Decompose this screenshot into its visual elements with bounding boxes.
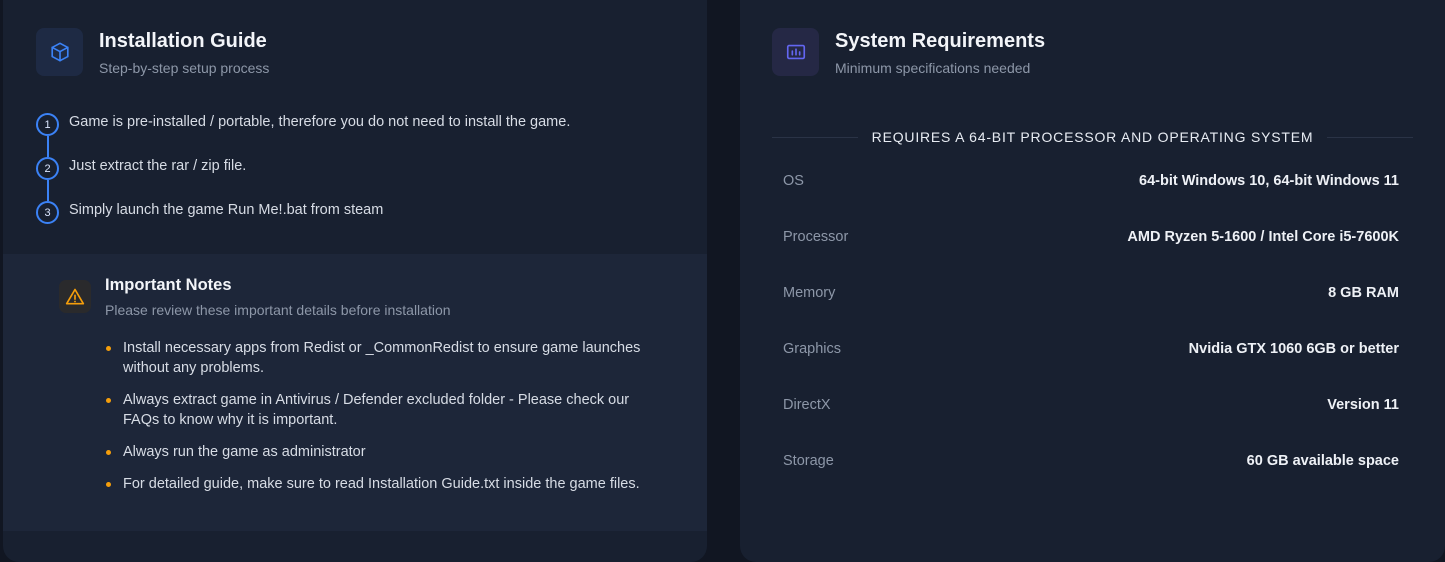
note-item: Always extract game in Antivirus / Defen… (105, 390, 665, 430)
system-requirements-card: System Requirements Minimum specificatio… (740, 0, 1445, 562)
step-text: Just extract the rar / zip file. (69, 158, 247, 174)
requirement-value: 8 GB RAM (1328, 285, 1399, 301)
requirement-label: DirectX (783, 397, 831, 413)
requirement-row: DirectX Version 11 (783, 389, 1399, 445)
bullet-dot-icon (106, 398, 111, 403)
requirement-row: Processor AMD Ryzen 5-1600 / Intel Core … (783, 221, 1399, 277)
step-number: 3 (36, 201, 59, 224)
requirement-label: Graphics (783, 341, 842, 357)
bullet-dot-icon (106, 450, 111, 455)
installation-guide-card: Installation Guide Step-by-step setup pr… (3, 0, 707, 562)
step-number: 1 (36, 113, 59, 136)
requirements-table: OS 64-bit Windows 10, 64-bit Windows 11 … (783, 165, 1399, 501)
note-item: Install necessary apps from Redist or _C… (105, 338, 665, 378)
chart-bars-icon (772, 28, 819, 76)
cube-icon (36, 28, 83, 76)
requirement-row: Graphics Nvidia GTX 1060 6GB or better (783, 333, 1399, 389)
step-text: Simply launch the game Run Me!.bat from … (69, 202, 384, 218)
important-notes-title: Important Notes (105, 276, 232, 294)
installation-guide-title: Installation Guide (99, 30, 267, 52)
requirement-value: AMD Ryzen 5-1600 / Intel Core i5-7600K (1127, 229, 1399, 245)
requirement-value: Version 11 (1327, 397, 1399, 413)
requirement-row: Storage 60 GB available space (783, 445, 1399, 501)
requirement-value: Nvidia GTX 1060 6GB or better (1188, 341, 1399, 357)
system-requirements-title: System Requirements (835, 30, 1046, 52)
requirement-value: 64-bit Windows 10, 64-bit Windows 11 (1139, 173, 1399, 189)
requirement-label: Memory (783, 285, 836, 301)
system-requirements-subtitle: Minimum specifications needed (835, 60, 1031, 76)
step-connector (46, 136, 49, 157)
requirement-label: OS (783, 173, 804, 189)
installation-step: 2 Just extract the rar / zip file. (36, 157, 676, 201)
installation-step: 3 Simply launch the game Run Me!.bat fro… (36, 201, 676, 245)
note-text: Always run the game as administrator (123, 444, 366, 460)
requirement-value: 60 GB available space (1246, 453, 1399, 469)
installation-guide-subtitle: Step-by-step setup process (99, 60, 270, 76)
step-number: 2 (36, 157, 59, 180)
note-text: Always extract game in Antivirus / Defen… (123, 392, 630, 428)
installation-steps: 1 Game is pre-installed / portable, ther… (36, 113, 676, 245)
important-notes-panel: Important Notes Please review these impo… (3, 254, 707, 531)
warning-icon (59, 280, 91, 313)
step-connector (46, 180, 49, 201)
important-notes-list: Install necessary apps from Redist or _C… (105, 338, 665, 506)
bullet-dot-icon (106, 482, 111, 487)
requirement-row: OS 64-bit Windows 10, 64-bit Windows 11 (783, 165, 1399, 221)
note-item: For detailed guide, make sure to read In… (105, 474, 665, 494)
important-notes-subtitle: Please review these important details be… (105, 302, 451, 318)
requirements-heading: REQUIRES A 64-BIT PROCESSOR AND OPERATIN… (740, 129, 1445, 145)
step-text: Game is pre-installed / portable, theref… (69, 114, 571, 130)
installation-step: 1 Game is pre-installed / portable, ther… (36, 113, 676, 157)
requirement-row: Memory 8 GB RAM (783, 277, 1399, 333)
note-item: Always run the game as administrator (105, 442, 665, 462)
note-text: For detailed guide, make sure to read In… (123, 476, 640, 492)
requirements-heading-text: REQUIRES A 64-BIT PROCESSOR AND OPERATIN… (857, 129, 1328, 145)
requirement-label: Processor (783, 229, 849, 245)
bullet-dot-icon (106, 346, 111, 351)
note-text: Install necessary apps from Redist or _C… (123, 340, 641, 376)
requirement-label: Storage (783, 453, 834, 469)
